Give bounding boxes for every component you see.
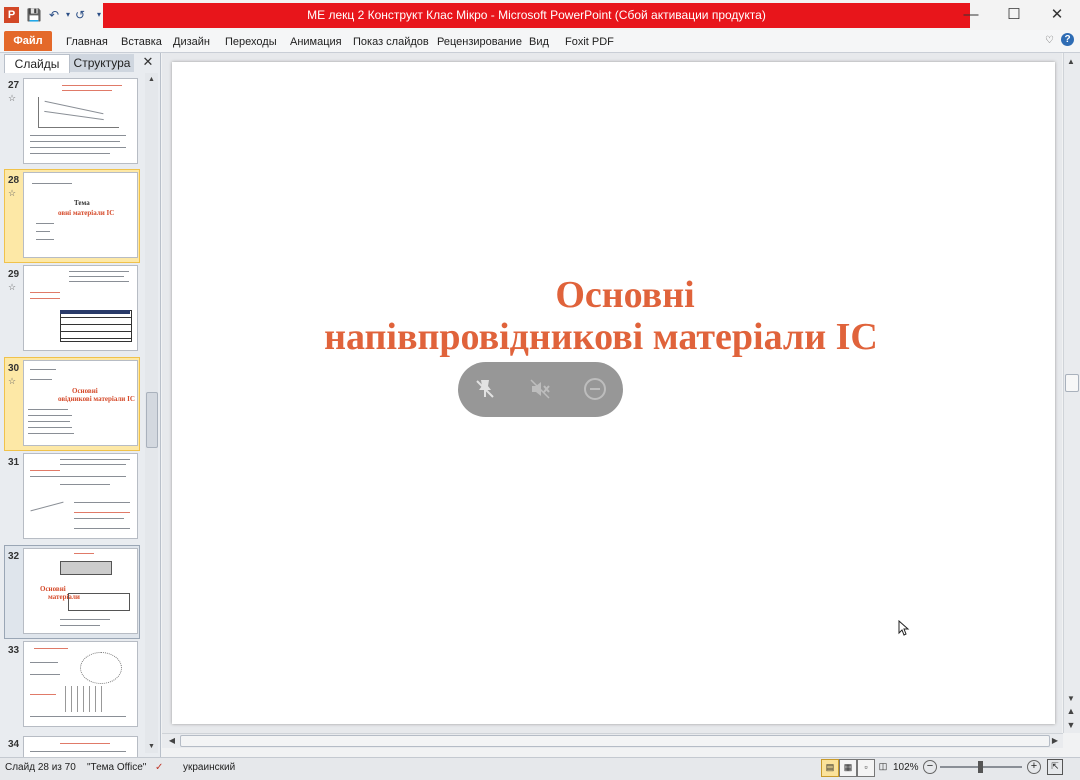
zoom-slider-thumb[interactable] xyxy=(978,761,983,773)
tab-design[interactable]: Дизайн xyxy=(173,35,210,49)
close-button[interactable]: ✕ xyxy=(1036,0,1078,30)
tab-animation[interactable]: Анимация xyxy=(290,35,342,49)
powerpoint-app-icon[interactable]: P xyxy=(4,7,19,23)
slide-title[interactable]: Основні напівпровідникові матеріали IC xyxy=(172,274,1078,358)
scroll-left-icon[interactable]: ◀ xyxy=(165,734,179,748)
animation-star-icon: ☆ xyxy=(8,376,17,386)
language-indicator[interactable]: украинский xyxy=(183,761,235,774)
fit-to-window-icon[interactable]: ⇱ xyxy=(1047,759,1063,775)
mouse-cursor-icon xyxy=(898,619,910,639)
thumbnail-image xyxy=(23,736,138,757)
slide-thumbnail-27[interactable]: 27 ☆ xyxy=(0,76,145,168)
slide-number: 28 xyxy=(8,175,20,186)
tab-home[interactable]: Главная xyxy=(66,35,108,49)
ribbon-collapse-icon[interactable]: ♡ xyxy=(1045,35,1054,46)
scroll-down-icon[interactable]: ▼ xyxy=(146,743,157,750)
thumbnail-image: Тема овні матеріали IC xyxy=(23,172,138,258)
panel-tab-slides[interactable]: Слайды xyxy=(4,54,70,73)
scroll-right-icon[interactable]: ▶ xyxy=(1048,734,1062,748)
slide-number: 31 xyxy=(8,457,20,468)
file-tab[interactable]: Файл xyxy=(4,31,52,51)
slide-thumbnail-34[interactable]: 34 xyxy=(0,733,145,757)
scroll-up-icon[interactable]: ▲ xyxy=(1064,55,1078,69)
vertical-scrollbar[interactable] xyxy=(1063,53,1080,733)
zoom-level[interactable]: 102% xyxy=(893,761,919,774)
slideshow-view-icon[interactable]: ◫ xyxy=(875,759,891,775)
pin-off-icon[interactable] xyxy=(471,377,499,403)
slide-number: 33 xyxy=(8,645,20,656)
thumbnail-image: Основні матеріали xyxy=(23,548,138,634)
slide-title-line-2: напівпровідникові матеріали IC xyxy=(324,316,878,358)
slide-thumbnail-31[interactable]: 31 xyxy=(0,451,145,543)
slide-title-line-1: Основні xyxy=(555,274,695,316)
slide-thumbnail-30[interactable]: 30 ☆ Основні овідникові матеріали IC xyxy=(0,357,145,449)
slide-number: 32 xyxy=(8,551,20,562)
zoom-in-icon[interactable]: + xyxy=(1027,760,1041,774)
scroll-up-icon[interactable]: ▲ xyxy=(146,76,157,83)
slide-thumbnail-33[interactable]: 33 xyxy=(0,639,145,731)
panel-tab-outline[interactable]: Структура xyxy=(70,54,134,72)
thumbnail-image xyxy=(23,265,138,351)
slide-number: 27 xyxy=(8,80,20,91)
animation-star-icon: ☆ xyxy=(8,282,17,292)
vertical-scroll-thumb[interactable] xyxy=(1065,374,1079,392)
thumbnail-image xyxy=(23,641,138,727)
tab-transitions[interactable]: Переходы xyxy=(225,35,277,49)
save-icon[interactable]: 💾 xyxy=(26,7,42,23)
slide-counter: Слайд 28 из 70 xyxy=(5,762,76,773)
slide-sorter-view-icon[interactable]: ▦ xyxy=(839,759,857,777)
spellcheck-icon[interactable]: ✓ xyxy=(155,761,163,774)
animation-star-icon: ☆ xyxy=(8,93,17,103)
thumbnail-image xyxy=(23,453,138,539)
normal-view-icon[interactable]: ▤ xyxy=(821,759,839,777)
slide-thumbnail-32[interactable]: 32 Основні матеріали xyxy=(0,545,145,637)
theme-name[interactable]: "Тема Office" xyxy=(87,761,146,774)
thumbnail-image xyxy=(23,78,138,164)
slide-number: 34 xyxy=(8,739,20,750)
horizontal-scroll-thumb[interactable] xyxy=(180,735,1050,747)
reading-view-icon[interactable]: ▫ xyxy=(857,759,875,777)
volume-mute-icon[interactable] xyxy=(526,377,554,403)
tab-review[interactable]: Рецензирование xyxy=(437,35,522,49)
tab-slideshow[interactable]: Показ слайдов xyxy=(353,35,429,49)
previous-slide-icon[interactable]: ▲ xyxy=(1064,704,1078,718)
zoom-out-icon[interactable]: − xyxy=(923,760,937,774)
tab-foxit-pdf[interactable]: Foxit PDF xyxy=(565,35,614,49)
minimize-button[interactable]: — xyxy=(950,0,992,30)
next-slide-icon[interactable]: ▼ xyxy=(1064,718,1078,732)
slide-thumbnail-28[interactable]: 28 ☆ Тема овні матеріали IC xyxy=(0,169,145,261)
minus-circle-icon[interactable] xyxy=(581,377,609,403)
slides-panel-scroll-thumb[interactable] xyxy=(146,392,158,448)
window-title: МЕ лекц 2 Конструкт Клас Мікро - Microso… xyxy=(103,3,970,28)
tab-insert[interactable]: Вставка xyxy=(121,35,162,49)
help-icon[interactable]: ? xyxy=(1061,33,1074,46)
redo-icon[interactable]: ↺ xyxy=(72,7,88,23)
tab-view[interactable]: Вид xyxy=(529,35,549,49)
panel-close-icon[interactable]: ✕ xyxy=(140,54,156,70)
maximize-button[interactable]: ☐ xyxy=(993,0,1035,30)
slide-number: 29 xyxy=(8,269,20,280)
animation-star-icon: ☆ xyxy=(8,188,17,198)
slide-number: 30 xyxy=(8,363,20,374)
thumbnail-image: Основні овідникові матеріали IC xyxy=(23,360,138,446)
